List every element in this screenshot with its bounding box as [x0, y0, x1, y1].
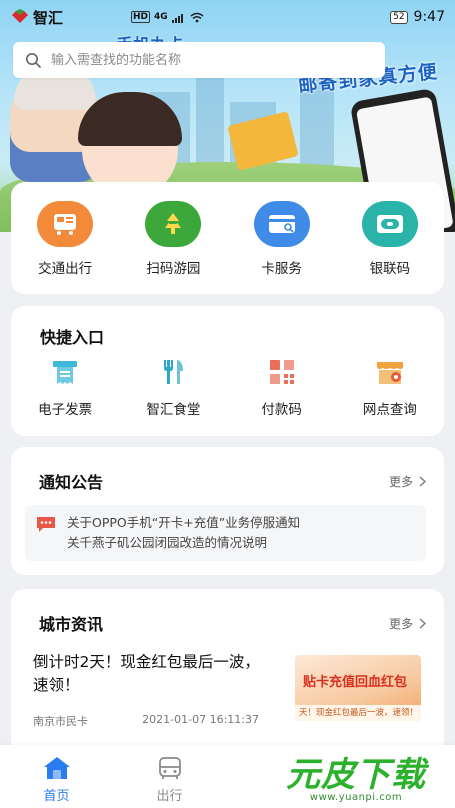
notices-more-link[interactable]: 更多	[389, 473, 426, 490]
quick-store-locator[interactable]: 网点查询	[340, 352, 440, 418]
main-services-card: 交通出行 扫码游园 卡服务 银联码	[11, 182, 444, 294]
search-bar[interactable]	[13, 42, 385, 78]
site-watermark: 元皮下载 www.yuanpi.com	[263, 742, 449, 808]
quick-invoice[interactable]: 电子发票	[15, 352, 115, 418]
service-label: 银联码	[369, 261, 411, 277]
news-item[interactable]: 倒计时2天！现金红包最后一波，速领！ 南京市民卡 2021-01-07 16:1…	[11, 651, 444, 729]
payment-code-icon	[262, 352, 302, 392]
city-news-more-link[interactable]: 更多	[389, 615, 426, 632]
park-scan-icon	[145, 201, 202, 247]
clock: 9:47	[413, 9, 445, 25]
chevron-right-icon	[419, 617, 426, 629]
quick-canteen[interactable]: 智汇食堂	[123, 352, 223, 418]
message-icon	[37, 517, 55, 532]
quick-payment-code[interactable]: 付款码	[232, 352, 332, 418]
watermark-url: www.yuanpi.com	[309, 792, 403, 803]
unionpay-code-icon	[361, 201, 418, 247]
thumb-title: 贴卡充值回血红包	[303, 675, 408, 690]
lte-badge: 4G	[154, 12, 168, 22]
news-source: 南京市民卡	[33, 715, 88, 728]
service-transit[interactable]: 交通出行	[15, 201, 115, 277]
service-card[interactable]: 卡服务	[232, 201, 332, 277]
quick-entry-card: 快捷入口 电子发票 智汇食堂 付款码 网点查询	[11, 306, 444, 436]
service-label: 交通出行	[38, 261, 93, 277]
invoice-icon	[45, 352, 85, 392]
tab-home[interactable]: 首页	[0, 755, 113, 804]
canteen-icon	[153, 352, 193, 392]
transit-card-icon	[37, 201, 94, 247]
card-service-icon	[253, 201, 310, 247]
service-label: 卡服务	[261, 261, 302, 277]
search-icon	[26, 53, 41, 68]
wifi-icon	[190, 12, 204, 22]
city-news-title: 城市资讯	[39, 615, 104, 634]
tab-label: 首页	[43, 789, 70, 804]
chevron-right-icon	[419, 475, 426, 487]
battery-indicator: 52	[390, 10, 408, 24]
tab-travel[interactable]: 出行	[113, 755, 226, 804]
store-locator-icon	[370, 352, 410, 392]
search-input[interactable]	[51, 52, 351, 68]
quick-entry-title: 快捷入口	[40, 328, 105, 347]
news-thumbnail: 贴卡充值回血红包 天！现金红包最后一波，速领！	[295, 655, 421, 721]
city-news-card: 城市资讯 更多 倒计时2天！现金红包最后一波，速领！ 南京市民卡 2021-01…	[11, 589, 444, 759]
app-name: 智汇	[33, 8, 64, 27]
more-label: 更多	[388, 474, 413, 489]
quick-label: 电子发票	[38, 402, 93, 418]
app-logo-icon	[10, 9, 30, 25]
quick-label: 网点查询	[362, 402, 417, 418]
news-headline: 倒计时2天！现金红包最后一波，速领！	[33, 653, 260, 694]
service-label: 扫码游园	[146, 261, 201, 277]
bus-icon	[158, 757, 181, 779]
status-bar: 智汇 HD 4G 52 9:47	[0, 0, 455, 34]
news-date: 2021-01-07 16:11:37	[142, 713, 259, 726]
thumb-strip: 天！现金红包最后一波，速领！	[295, 705, 421, 721]
signal-icon	[171, 13, 183, 23]
service-park-scan[interactable]: 扫码游园	[123, 201, 223, 277]
notices-card: 通知公告 更多 关于OPPO手机“开卡+充值”业务停服通知 关千燕子矶公园闭园改…	[11, 447, 444, 575]
quick-label: 智汇食堂	[146, 402, 201, 418]
quick-label: 付款码	[261, 402, 302, 418]
watermark-main: 元皮下载	[286, 755, 426, 795]
home-icon	[43, 757, 70, 779]
network-indicators: HD 4G	[131, 11, 204, 23]
notice-list: 关于OPPO手机“开卡+充值”业务停服通知 关千燕子矶公园闭园改造的情况说明	[25, 505, 426, 561]
service-unionpay[interactable]: 银联码	[340, 201, 440, 277]
notice-item[interactable]: 关于OPPO手机“开卡+充值”业务停服通知	[67, 513, 300, 533]
notices-title: 通知公告	[39, 473, 104, 492]
tab-label: 出行	[156, 789, 183, 804]
notice-item[interactable]: 关千燕子矶公园闭园改造的情况说明	[67, 533, 300, 553]
hd-badge: HD	[131, 11, 151, 23]
more-label: 更多	[388, 616, 413, 631]
